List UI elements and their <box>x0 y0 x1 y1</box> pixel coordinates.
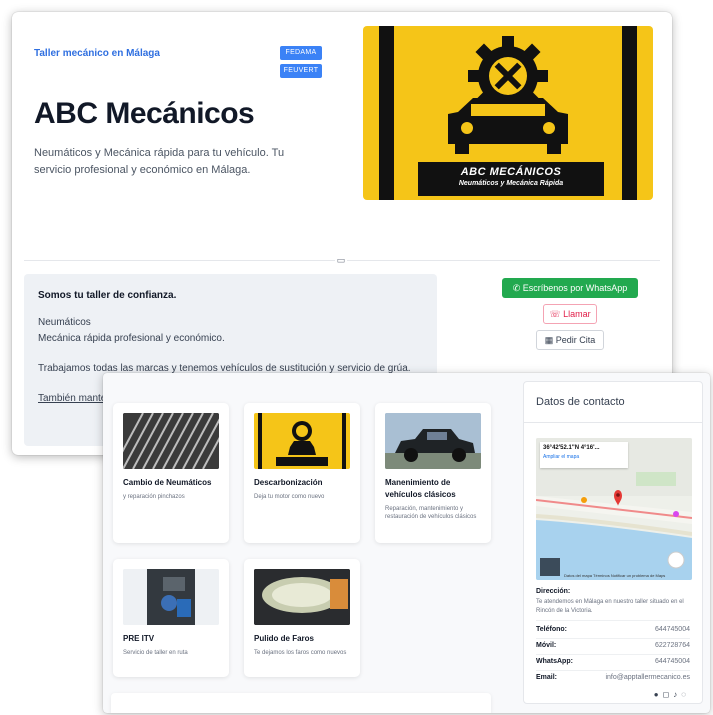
address-label: Dirección: <box>536 588 571 595</box>
whatsapp-label: WhatsApp: <box>536 658 573 665</box>
logo-text-tagline: Neumáticos y Mecánica Rápida <box>458 180 564 187</box>
service-image-classic-car <box>385 413 481 469</box>
mobile-value[interactable]: 622728764 <box>655 642 690 649</box>
about-line-1: Neumáticos <box>38 317 91 328</box>
contact-title: Datos de contacto <box>536 396 625 408</box>
service-card-tyres[interactable]: Cambio de Neumáticos y reparación pincha… <box>113 403 229 543</box>
logo-band: ABC MECÁNICOS Neumáticos y Mecánica Rápi… <box>418 162 604 196</box>
appointment-button-label: Pedir Cita <box>555 335 596 345</box>
service-image-tyres <box>123 413 219 469</box>
instagram-icon[interactable]: ◻ <box>663 690 674 699</box>
service-title-text: Descarbonización <box>254 478 323 487</box>
tyre-tread-icon <box>123 413 219 469</box>
whatsapp-social-icon[interactable]: ◌ <box>681 690 690 699</box>
service-card-decarbonization[interactable]: Descarbonización Deja tu motor como nuev… <box>244 403 360 543</box>
about-line-2: Mecánica rápida profesional y económico. <box>38 333 225 344</box>
calendar-icon: ▦ <box>544 335 554 345</box>
service-desc: Deja tu motor como nuevo <box>254 494 325 500</box>
about-title: Somos tu taller de confianza. <box>38 290 177 301</box>
service-title: Cambio de Neumáticos y reparación pincha… <box>123 477 223 501</box>
contact-panel: Datos de contacto 36°42'52.1"N 4°16'... <box>523 381 703 704</box>
service-desc: Servicio de taller en ruta <box>123 650 188 656</box>
address-text: Te atendemos en Málaga en nuestro taller… <box>536 599 684 614</box>
email-value[interactable]: info@apptallermecanico.es <box>605 674 690 681</box>
whatsapp-value[interactable]: 644745004 <box>655 658 690 665</box>
contact-row-divider <box>536 620 690 621</box>
phone-icon: ☏ <box>549 309 561 319</box>
appointment-button[interactable]: ▦ Pedir Cita <box>536 330 604 350</box>
next-section-preview <box>111 693 491 713</box>
service-desc: Reparación, mantenimiento y restauración… <box>385 506 477 520</box>
service-desc: y reparación pinchazos <box>123 494 185 500</box>
service-title-text: Manenimiento de vehículos clásicos <box>385 478 456 499</box>
service-image-headlight <box>254 569 350 625</box>
map-coordinates: 36°42'52.1"N 4°16'... <box>543 445 600 451</box>
mechanic-icon <box>123 569 219 625</box>
facebook-icon[interactable]: ● <box>654 690 663 699</box>
service-title: Pulido de Faros Te dejamos los faros com… <box>254 633 354 657</box>
map-footer: Datos del mapa Términos Notificar un pro… <box>564 573 666 578</box>
map-coordinates-box: 36°42'52.1"N 4°16'... Ampliar el mapa <box>540 442 628 468</box>
page-kicker: Taller mecánico en Málaga <box>34 48 160 59</box>
email-label: Email: <box>536 674 558 681</box>
car-gear-icon <box>258 413 346 469</box>
service-title-text: Cambio de Neumáticos <box>123 478 212 487</box>
phone-value[interactable]: 644745004 <box>655 626 690 633</box>
classic-car-icon <box>385 413 481 469</box>
whatsapp-icon: ✆ <box>512 283 521 293</box>
location-map[interactable]: 36°42'52.1"N 4°16'... Ampliar el mapa Da… <box>536 438 692 580</box>
service-card-pre-itv[interactable]: PRE ITV Servicio de taller en ruta <box>113 559 229 677</box>
phone-label: Teléfono: <box>536 626 567 633</box>
page-title: ABC Mecánicos <box>34 97 255 130</box>
car-gear-icon <box>448 36 568 154</box>
business-logo: ABC MECÁNICOS Neumáticos y Mecánica Rápi… <box>363 26 653 200</box>
service-desc: Te dejamos los faros como nuevos <box>254 650 347 656</box>
call-button-label: Llamar <box>563 309 591 319</box>
contact-row-divider <box>536 638 690 639</box>
contact-row-divider <box>536 670 690 671</box>
service-title: Descarbonización Deja tu motor como nuev… <box>254 477 354 501</box>
service-image-mechanic <box>123 569 219 625</box>
service-title: Manenimiento de vehículos clásicos Repar… <box>385 477 485 521</box>
headlight-icon <box>254 569 350 625</box>
whatsapp-button-label: Escríbenos por WhatsApp <box>522 283 628 293</box>
contact-divider <box>524 422 702 423</box>
logo-text-name: ABC MECÁNICOS <box>460 166 562 178</box>
services-contact-card: Cambio de Neumáticos y reparación pincha… <box>103 373 710 713</box>
service-title: PRE ITV Servicio de taller en ruta <box>123 633 223 657</box>
briefcase-icon: ▭ <box>335 254 347 266</box>
service-card-classic-cars[interactable]: Manenimiento de vehículos clásicos Repar… <box>375 403 491 543</box>
map-enlarge-link[interactable]: Ampliar el mapa <box>543 454 625 460</box>
service-image-logo <box>254 413 350 469</box>
mobile-label: Móvil: <box>536 642 557 649</box>
badge-fedama: FEDAMA <box>280 46 322 60</box>
service-title-text: PRE ITV <box>123 634 155 643</box>
service-title-text: Pulido de Faros <box>254 634 315 643</box>
social-links: ●◻♪◌ <box>654 690 690 699</box>
whatsapp-button[interactable]: ✆ Escríbenos por WhatsApp <box>502 278 638 298</box>
contact-row-divider <box>536 654 690 655</box>
call-button[interactable]: ☏ Llamar <box>543 304 597 324</box>
business-description: Neumáticos y Mecánica rápida para tu veh… <box>34 147 285 176</box>
service-card-headlights[interactable]: Pulido de Faros Te dejamos los faros com… <box>244 559 360 677</box>
badge-feuvert: FEUVERT <box>280 64 322 78</box>
